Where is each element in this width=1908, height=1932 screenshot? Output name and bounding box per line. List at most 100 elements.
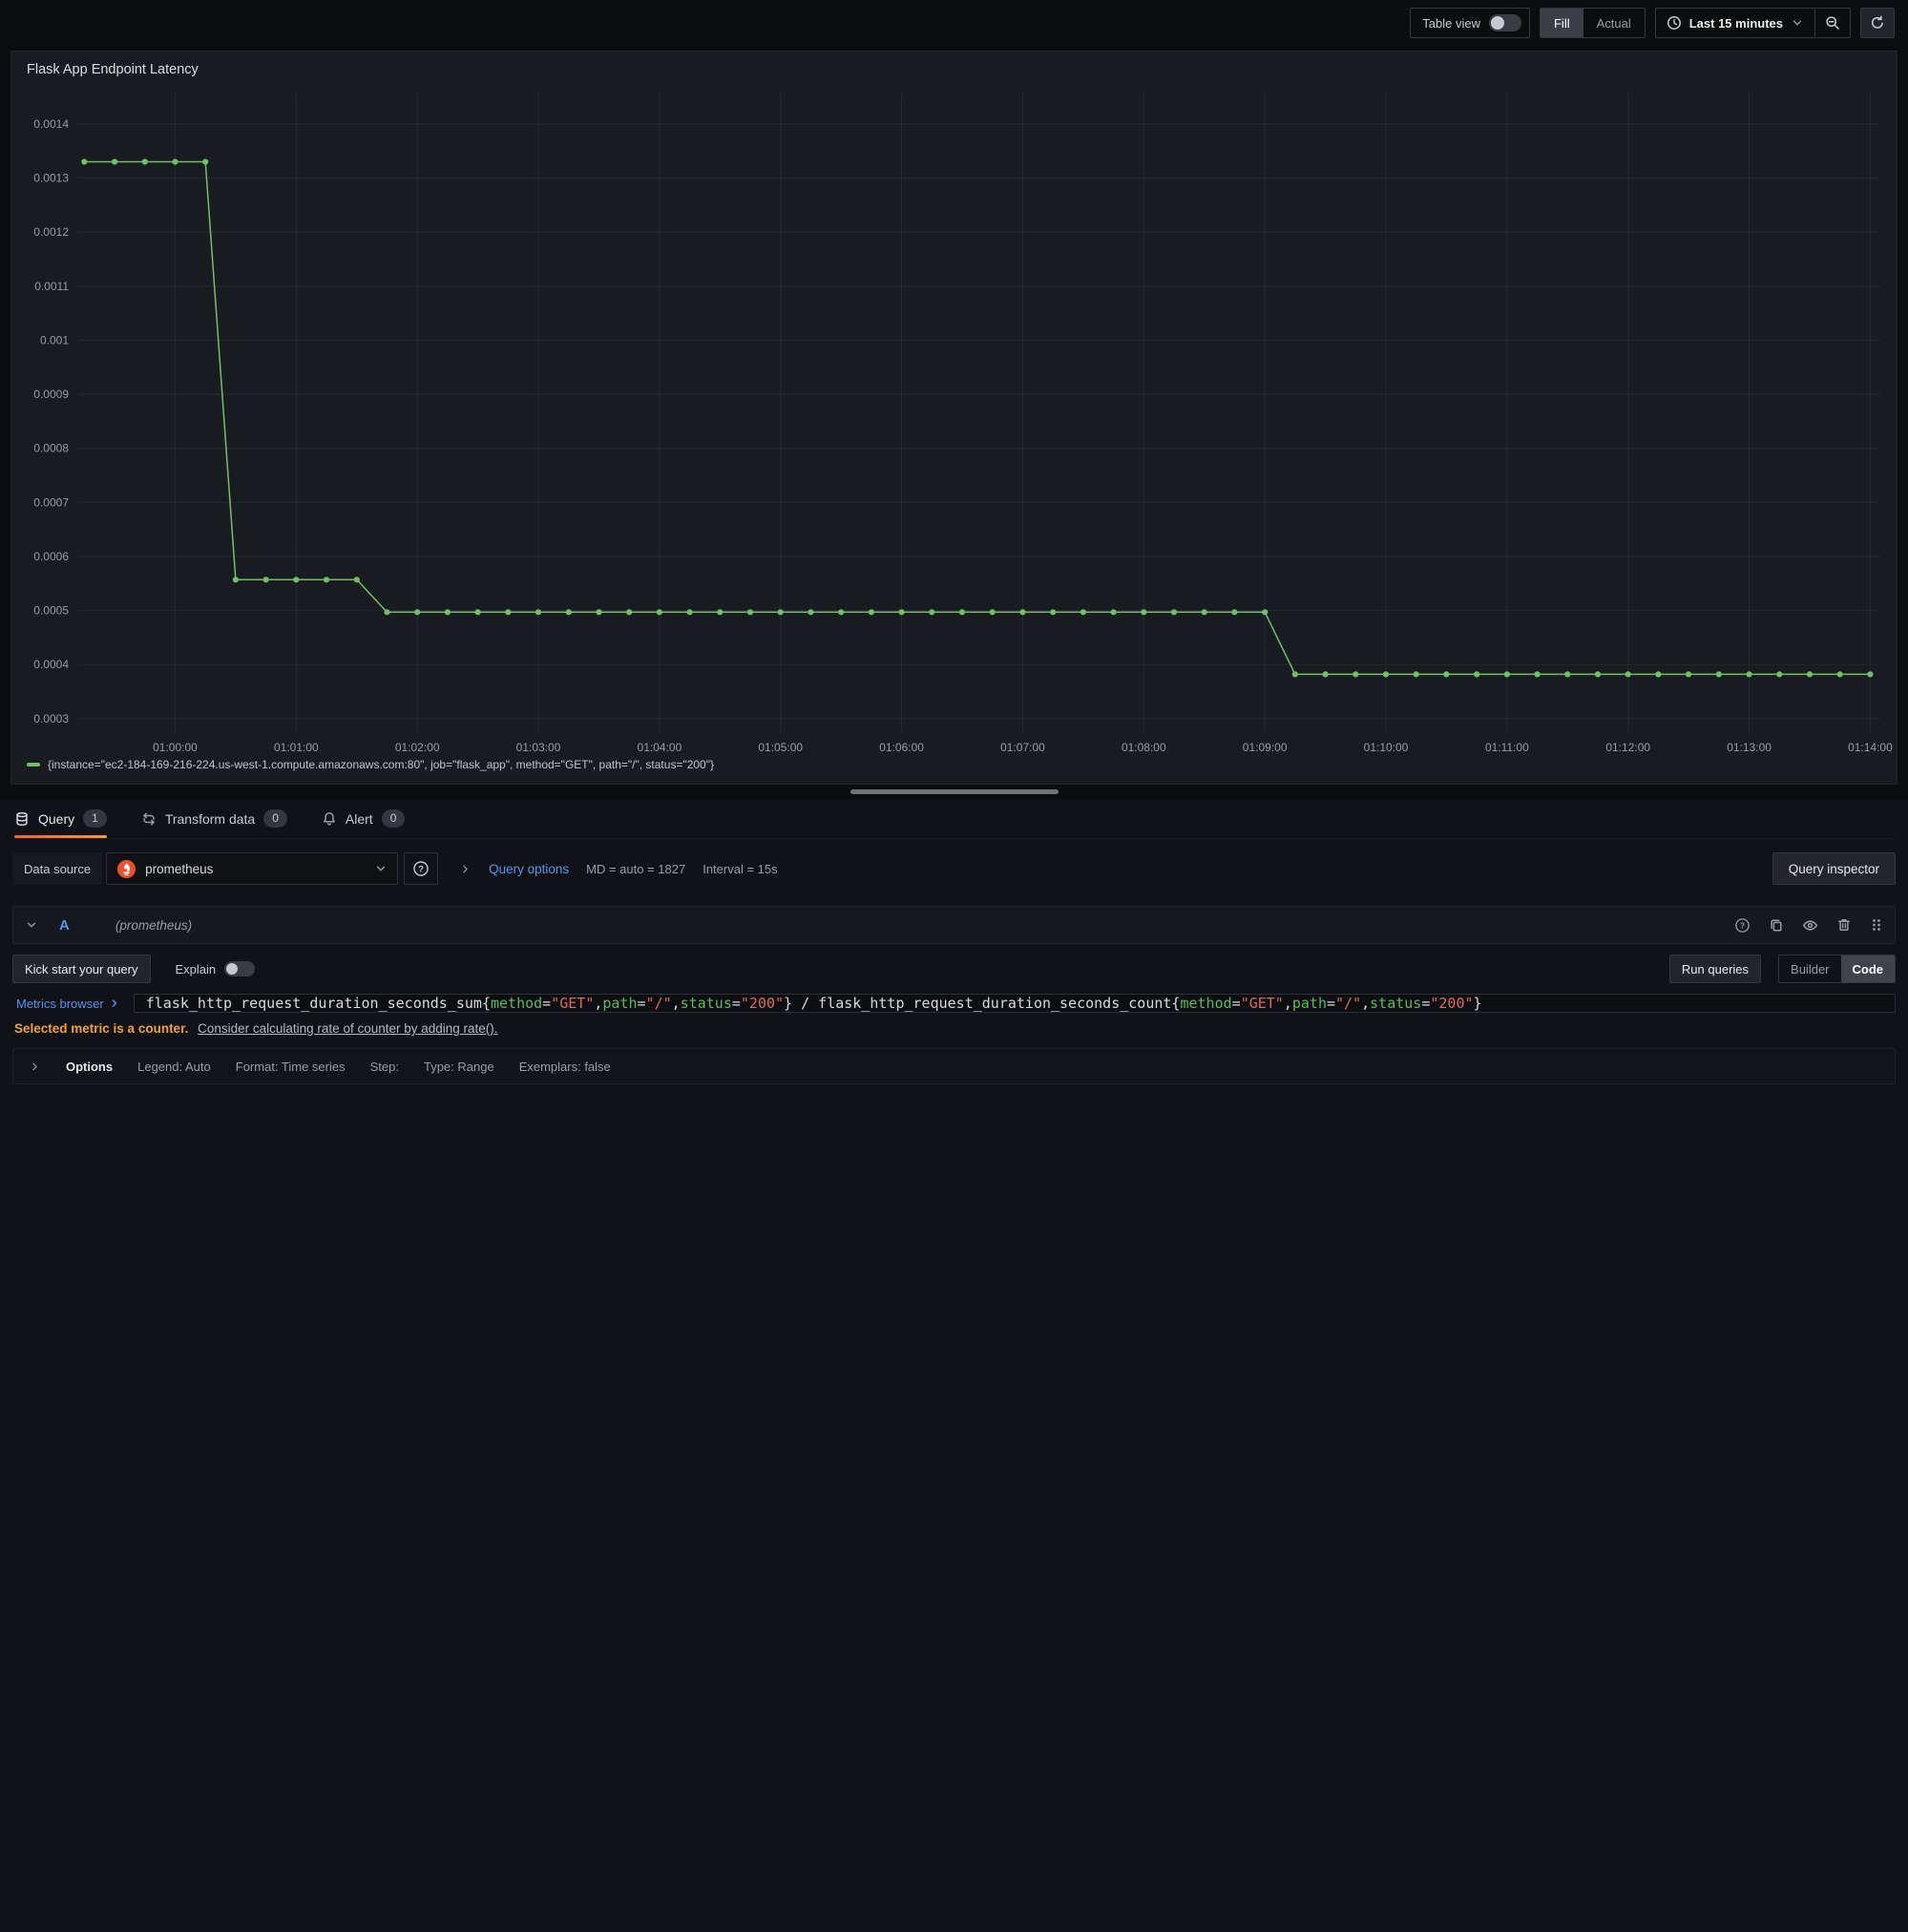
clock-icon <box>1667 15 1682 31</box>
svg-text:01:06:00: 01:06:00 <box>879 741 924 754</box>
svg-text:01:03:00: 01:03:00 <box>516 741 561 754</box>
tab-alert-label: Alert <box>346 811 373 827</box>
database-icon <box>14 811 30 827</box>
svg-text:01:09:00: 01:09:00 <box>1243 741 1288 754</box>
metrics-browser-button[interactable]: Metrics browser <box>12 994 134 1013</box>
chevron-down-icon <box>374 862 388 875</box>
builder-button[interactable]: Builder <box>1779 956 1840 982</box>
svg-text:0.0003: 0.0003 <box>33 712 69 725</box>
svg-text:01:01:00: 01:01:00 <box>274 741 319 754</box>
tab-alert-count: 0 <box>382 809 406 828</box>
metrics-browser-label: Metrics browser <box>16 997 104 1011</box>
query-options-summary: Query options MD = auto = 1827 Interval … <box>459 862 778 876</box>
svg-text:01:00:00: 01:00:00 <box>153 741 198 754</box>
series-legend-label[interactable]: {instance="ec2-184-169-216-224.us-west-1… <box>48 758 714 771</box>
options-format: Format: Time series <box>236 1060 346 1074</box>
max-data-points-text: MD = auto = 1827 <box>586 862 685 876</box>
svg-text:01:08:00: 01:08:00 <box>1122 741 1166 754</box>
actual-button[interactable]: Actual <box>1583 9 1645 37</box>
datasource-help-button[interactable]: ? <box>404 852 438 885</box>
collapse-chevron-icon[interactable] <box>25 918 38 932</box>
toggle-knob <box>226 963 238 975</box>
chevron-down-icon <box>1791 16 1804 30</box>
promql-query-input[interactable]: flask_http_request_duration_seconds_sum{… <box>134 994 1896 1013</box>
kick-start-query-button[interactable]: Kick start your query <box>12 955 151 983</box>
refresh-icon <box>1870 15 1885 31</box>
fill-actual-switch: Fill Actual <box>1540 8 1646 38</box>
svg-text:01:13:00: 01:13:00 <box>1727 741 1772 754</box>
tab-transform-label: Transform data <box>165 811 255 827</box>
tab-transform[interactable]: Transform data 0 <box>141 799 287 838</box>
query-inspector-button[interactable]: Query inspector <box>1772 852 1896 885</box>
promql-query-text: flask_http_request_duration_seconds_sum{… <box>146 995 1482 1012</box>
chevron-right-icon <box>109 998 120 1009</box>
interval-text: Interval = 15s <box>702 862 777 876</box>
svg-text:01:04:00: 01:04:00 <box>638 741 682 754</box>
explain-label: Explain <box>176 962 217 976</box>
table-view-label: Table view <box>1422 16 1480 31</box>
time-range-button[interactable]: Last 15 minutes <box>1656 9 1814 37</box>
svg-text:0.0006: 0.0006 <box>33 550 69 563</box>
promql-editor-row: Metrics browser flask_http_request_durat… <box>12 994 1896 1013</box>
panel-title: Flask App Endpoint Latency <box>11 52 1897 77</box>
svg-text:?: ? <box>418 864 424 874</box>
svg-text:0.0014: 0.0014 <box>33 117 69 131</box>
options-type: Type: Range <box>424 1060 494 1074</box>
options-step: Step: <box>370 1060 399 1074</box>
query-row-actions: ? <box>1734 917 1883 934</box>
tab-query-count: 1 <box>83 809 107 828</box>
toggle-visibility-icon[interactable] <box>1802 917 1818 934</box>
transform-icon <box>141 811 157 827</box>
pane-splitter <box>0 785 1908 799</box>
tab-query[interactable]: Query 1 <box>14 799 107 838</box>
editor-tabs: Query 1 Transform data 0 Alert 0 <box>12 799 1896 839</box>
prometheus-icon <box>116 859 136 879</box>
svg-text:0.001: 0.001 <box>40 333 69 346</box>
svg-text:01:02:00: 01:02:00 <box>395 741 440 754</box>
splitter-drag-handle[interactable] <box>850 789 1059 794</box>
drag-handle-icon[interactable] <box>1870 917 1883 933</box>
query-toolbar: Kick start your query Explain Run querie… <box>12 955 1896 983</box>
bell-icon <box>322 811 337 827</box>
tab-alert[interactable]: Alert 0 <box>322 799 405 838</box>
svg-text:01:07:00: 01:07:00 <box>1000 741 1045 754</box>
query-toolbar-right: Run queries Builder Code <box>1669 955 1896 983</box>
datasource-picker[interactable]: prometheus <box>106 852 398 885</box>
latency-panel: Flask App Endpoint Latency 0.00140.00130… <box>10 51 1898 785</box>
datasource-label: Data source <box>12 852 102 885</box>
run-queries-button[interactable]: Run queries <box>1669 955 1761 983</box>
svg-text:01:14:00: 01:14:00 <box>1848 741 1893 754</box>
zoom-out-button[interactable] <box>1815 9 1850 37</box>
svg-text:01:11:00: 01:11:00 <box>1485 741 1529 754</box>
query-ref-id: A <box>59 917 70 934</box>
svg-text:?: ? <box>1740 920 1745 930</box>
fill-button[interactable]: Fill <box>1541 9 1583 37</box>
query-datasource-hint: (prometheus) <box>115 918 192 933</box>
help-circle-icon: ? <box>412 860 430 877</box>
options-legend: Legend: Auto <box>137 1060 211 1074</box>
table-view-toggle[interactable] <box>1489 14 1521 32</box>
query-options-link[interactable]: Query options <box>489 862 569 876</box>
refresh-button[interactable] <box>1860 8 1895 38</box>
chart-legend: {instance="ec2-184-169-216-224.us-west-1… <box>11 758 1897 771</box>
query-options-collapsed[interactable]: Options Legend: Auto Format: Time series… <box>12 1048 1896 1084</box>
chevron-right-icon[interactable] <box>459 863 472 875</box>
svg-text:0.0012: 0.0012 <box>33 225 69 239</box>
options-label: Options <box>66 1060 113 1074</box>
counter-warning: Selected metric is a counter. Consider c… <box>12 1021 1896 1036</box>
chevron-right-icon[interactable] <box>29 1060 41 1073</box>
datasource-name: prometheus <box>145 862 366 876</box>
duplicate-query-icon[interactable] <box>1769 917 1784 933</box>
query-row-header[interactable]: A (prometheus) ? <box>12 906 1896 944</box>
query-help-icon[interactable]: ? <box>1734 917 1751 934</box>
options-exemplars: Exemplars: false <box>519 1060 611 1074</box>
warning-rate-link[interactable]: Consider calculating rate of counter by … <box>198 1021 497 1036</box>
explain-control: Explain <box>176 961 256 976</box>
builder-code-switch: Builder Code <box>1778 955 1896 983</box>
svg-text:0.0007: 0.0007 <box>33 495 69 509</box>
warning-text: Selected metric is a counter. <box>14 1021 188 1036</box>
code-button[interactable]: Code <box>1841 956 1896 982</box>
explain-toggle[interactable] <box>224 961 255 976</box>
toggle-knob <box>1491 16 1504 30</box>
delete-query-icon[interactable] <box>1836 917 1852 933</box>
